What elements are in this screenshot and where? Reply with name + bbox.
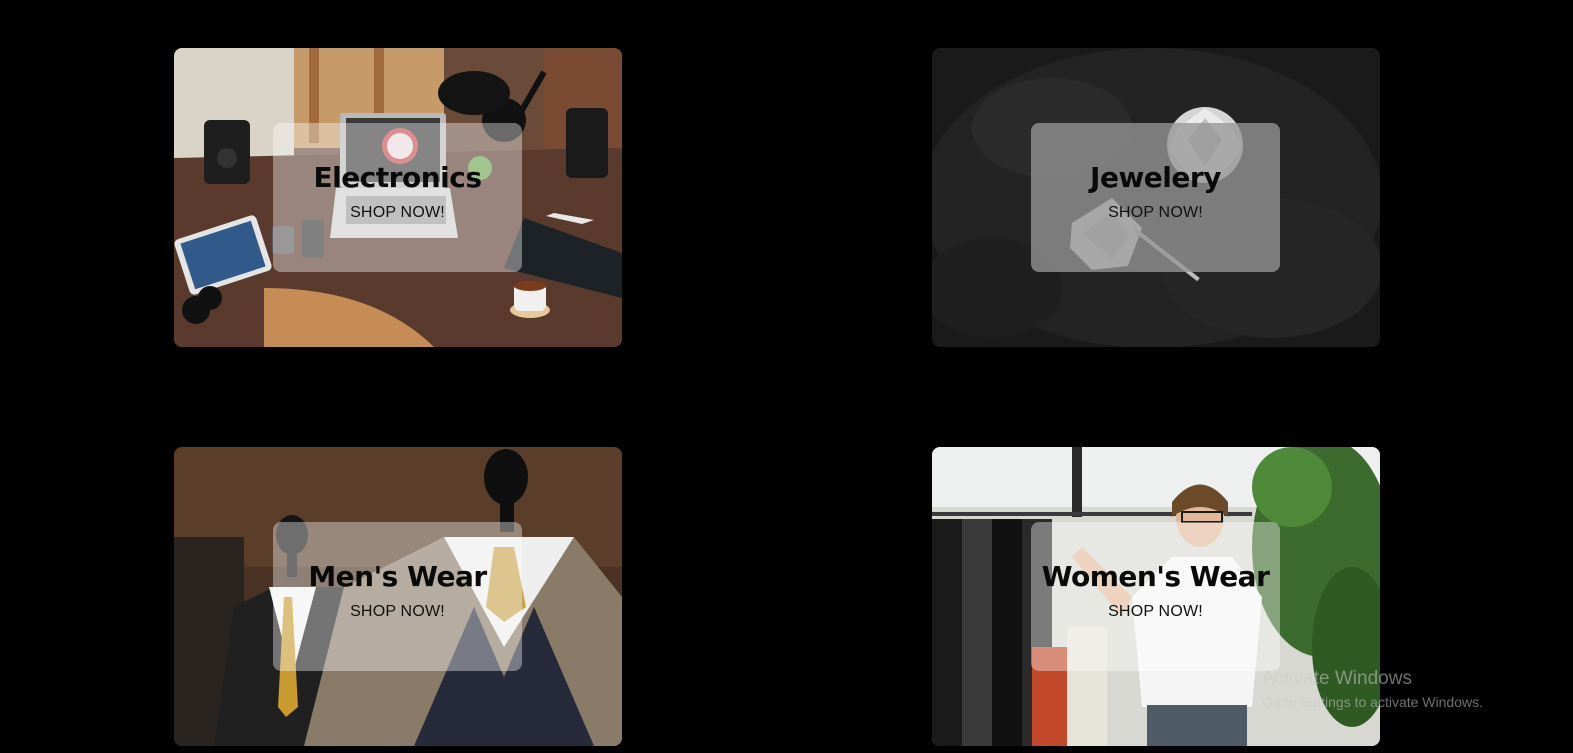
category-overlay: Men's Wear SHOP NOW! bbox=[273, 522, 522, 671]
category-title: Jewelery bbox=[1090, 161, 1221, 195]
category-title: Men's Wear bbox=[308, 560, 487, 594]
shop-now-link[interactable]: SHOP NOW! bbox=[350, 204, 445, 222]
category-overlay: Women's Wear SHOP NOW! bbox=[1031, 522, 1280, 671]
category-title: Electronics bbox=[313, 161, 482, 195]
shop-now-link[interactable]: SHOP NOW! bbox=[1108, 603, 1203, 621]
category-grid: Electronics SHOP NOW! Jewelery SHOP NOW! bbox=[0, 0, 1573, 753]
category-card-mens-wear[interactable]: Men's Wear SHOP NOW! bbox=[174, 447, 622, 746]
category-overlay: Electronics SHOP NOW! bbox=[273, 123, 522, 272]
category-overlay: Jewelery SHOP NOW! bbox=[1031, 123, 1280, 272]
category-card-womens-wear[interactable]: Women's Wear SHOP NOW! bbox=[932, 447, 1380, 746]
category-card-jewelery[interactable]: Jewelery SHOP NOW! bbox=[932, 48, 1380, 347]
shop-now-link[interactable]: SHOP NOW! bbox=[1108, 204, 1203, 222]
category-title: Women's Wear bbox=[1041, 560, 1270, 594]
shop-now-link[interactable]: SHOP NOW! bbox=[350, 603, 445, 621]
category-card-electronics[interactable]: Electronics SHOP NOW! bbox=[174, 48, 622, 347]
